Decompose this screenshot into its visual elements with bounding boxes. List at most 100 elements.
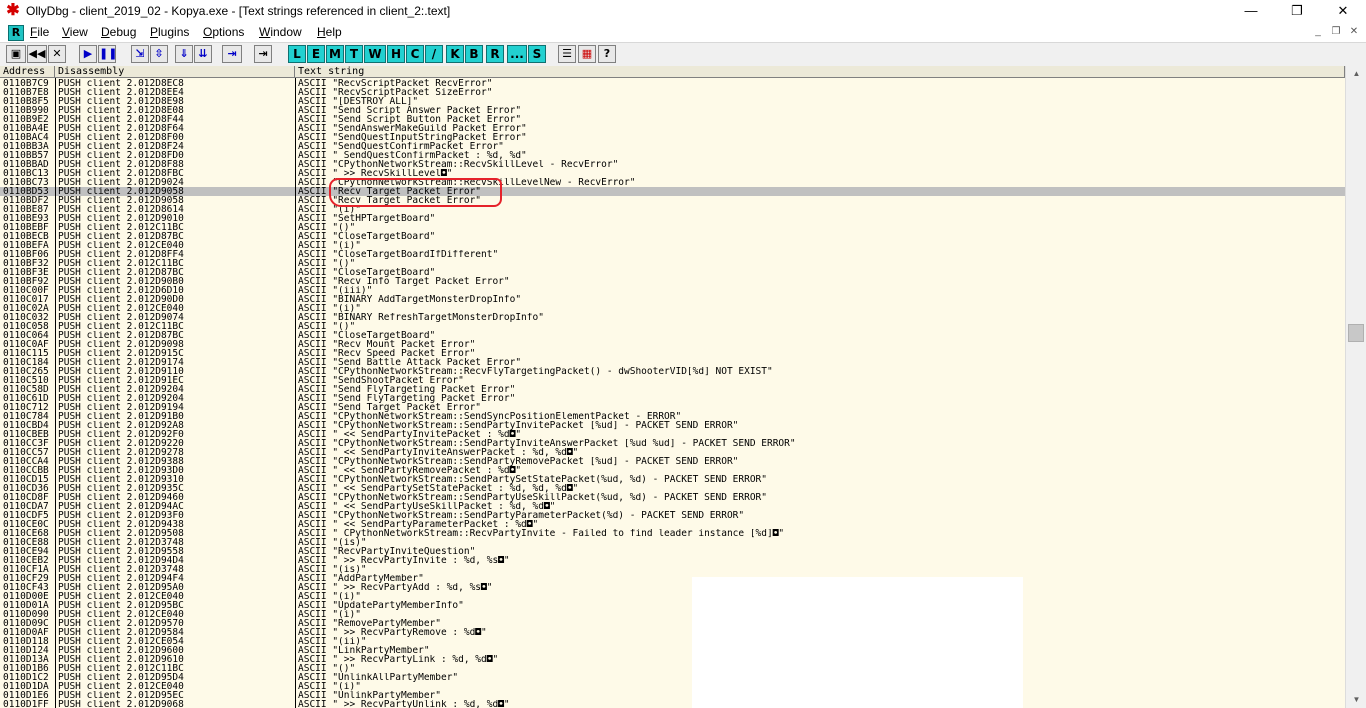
table-row[interactable]: 0110C0AF PUSH client_2.012D9098 ASCII "Rec…	[0, 340, 1345, 349]
mdi-restore-button[interactable]: ❐	[1328, 25, 1344, 39]
table-row[interactable]: 0110CCA4 PUSH client_2.012D9388 ASCII "CPy…	[0, 457, 1345, 466]
mdi-child-r-icon[interactable]: R	[8, 25, 24, 41]
table-row[interactable]: 0110CC57 PUSH client_2.012D9278 ASCII " <<…	[0, 448, 1345, 457]
table-row[interactable]: 0110BD53 PUSH client_2.012D9058 ASCII "Rec…	[0, 187, 1345, 196]
table-row[interactable]: 0110CDA7 PUSH client_2.012D94AC ASCII " <<…	[0, 502, 1345, 511]
table-row[interactable]: 0110BEFA PUSH client_2.012CE040 ASCII "(i)…	[0, 241, 1345, 250]
table-row[interactable]: 0110BBAD PUSH client_2.012D8F88 ASCII "CPy…	[0, 160, 1345, 169]
table-row[interactable]: 0110D1E6 PUSH client_2.012D95EC ASCII "Unl…	[0, 691, 1345, 700]
minimize-button[interactable]: —	[1228, 0, 1274, 22]
table-row[interactable]: 0110CD15 PUSH client_2.012D9310 ASCII "CPy…	[0, 475, 1345, 484]
restore-button[interactable]: ❐	[1274, 0, 1320, 22]
table-row[interactable]: 0110C017 PUSH client_2.012D90D0 ASCII "BIN…	[0, 295, 1345, 304]
trace-over-icon[interactable]: ⇊	[194, 45, 212, 63]
execute-till-return-icon[interactable]: ⇥	[222, 45, 242, 63]
table-row[interactable]: 0110C712 PUSH client_2.012D9194 ASCII "Sen…	[0, 403, 1345, 412]
call-stack-button[interactable]: K	[446, 45, 464, 63]
table-row[interactable]: 0110C058 PUSH client_2.012C11BC ASCII "()"	[0, 322, 1345, 331]
table-row[interactable]: 0110CD8F PUSH client_2.012D9460 ASCII "CPy…	[0, 493, 1345, 502]
table-row[interactable]: 0110BAC4 PUSH client_2.012D8F00 ASCII "Sen…	[0, 133, 1345, 142]
table-row[interactable]: 0110BF06 PUSH client_2.012D8FF4 ASCII "Clo…	[0, 250, 1345, 259]
table-row[interactable]: 0110B7C9 PUSH client_2.012D8EC8 ASCII "Rec…	[0, 79, 1345, 88]
references-list[interactable]: 0110D1FF PUSH client_2.012D9068 ASCII " >>…	[0, 78, 1345, 708]
table-row[interactable]: 0110D090 PUSH client_2.012CE040 ASCII "(i)…	[0, 610, 1345, 619]
table-row[interactable]: 0110C58D PUSH client_2.012D9204 ASCII "Sen…	[0, 385, 1345, 394]
scroll-thumb[interactable]	[1348, 324, 1364, 342]
table-row[interactable]: 0110BECB PUSH client_2.012D87BC ASCII "Clo…	[0, 232, 1345, 241]
step-into-icon[interactable]: ⇲	[131, 45, 149, 63]
table-row[interactable]: 0110D1B6 PUSH client_2.012C11BC ASCII "()"	[0, 664, 1345, 673]
table-row[interactable]: 0110BB57 PUSH client_2.012D8FD0 ASCII " Se…	[0, 151, 1345, 160]
close-program-icon[interactable]: ✕	[48, 45, 66, 63]
windows-button[interactable]: W	[364, 45, 386, 63]
column-header-address[interactable]: Address	[0, 66, 55, 78]
scroll-up-arrow-icon[interactable]: ▲	[1346, 66, 1366, 82]
table-row[interactable]: 0110CE94 PUSH client_2.012D9558 ASCII "Rec…	[0, 547, 1345, 556]
memory-map-button[interactable]: M	[326, 45, 344, 63]
scroll-down-arrow-icon[interactable]: ▼	[1346, 692, 1366, 708]
table-row[interactable]: 0110BF3E PUSH client_2.012D87BC ASCII "Clo…	[0, 268, 1345, 277]
run-trace-button[interactable]: ...	[507, 45, 527, 63]
table-row[interactable]: 0110CE68 PUSH client_2.012D9508 ASCII " CP…	[0, 529, 1345, 538]
table-row[interactable]: 0110CCBB PUSH client_2.012D93D0 ASCII " <<…	[0, 466, 1345, 475]
table-row[interactable]: 0110BC73 PUSH client_2.012D9024 ASCII "CPy…	[0, 178, 1345, 187]
trace-into-icon[interactable]: ⇓	[175, 45, 193, 63]
breakpoints-button[interactable]: B	[465, 45, 483, 63]
table-row[interactable]: 0110CE0C PUSH client_2.012D9438 ASCII " <<…	[0, 520, 1345, 529]
column-header-disassembly[interactable]: Disassembly	[55, 66, 295, 78]
table-row[interactable]: 0110B7E8 PUSH client_2.012D8EE4 ASCII "Rec…	[0, 88, 1345, 97]
table-row[interactable]: 0110CBEB PUSH client_2.012D92F0 ASCII " <<…	[0, 430, 1345, 439]
menu-file[interactable]: File	[30, 25, 49, 39]
table-row[interactable]: 0110B9E2 PUSH client_2.012D8F44 ASCII "Sen…	[0, 115, 1345, 124]
table-row[interactable]: 0110BEBF PUSH client_2.012C11BC ASCII "()"	[0, 223, 1345, 232]
mdi-close-button[interactable]: ✕	[1346, 25, 1362, 39]
table-row[interactable]: 0110D0AF PUSH client_2.012D9584 ASCII " >>…	[0, 628, 1345, 637]
table-row[interactable]: 0110CC3F PUSH client_2.012D9220 ASCII "CPy…	[0, 439, 1345, 448]
table-row[interactable]: 0110D00E PUSH client_2.012CE040 ASCII "(i)…	[0, 592, 1345, 601]
table-row[interactable]: 0110D1DA PUSH client_2.012CE040 ASCII "(i)…	[0, 682, 1345, 691]
cpu-button[interactable]: C	[406, 45, 424, 63]
table-row[interactable]: 0110C115 PUSH client_2.012D915C ASCII "Rec…	[0, 349, 1345, 358]
table-row[interactable]: 0110D01A PUSH client_2.012D95BC ASCII "Upd…	[0, 601, 1345, 610]
table-row[interactable]: 0110C064 PUSH client_2.012D87BC ASCII "Clo…	[0, 331, 1345, 340]
handles-button[interactable]: H	[387, 45, 405, 63]
table-row[interactable]: 0110BF32 PUSH client_2.012C11BC ASCII "()"	[0, 259, 1345, 268]
table-row[interactable]: 0110BE87 PUSH client_2.012D8614 ASCII "(i)…	[0, 205, 1345, 214]
patches-button[interactable]: /	[425, 45, 443, 63]
restart-icon[interactable]: ◀◀	[27, 45, 47, 63]
menu-plugins[interactable]: Plugins	[150, 25, 189, 39]
table-row[interactable]: 0110C265 PUSH client_2.012D9110 ASCII "CPy…	[0, 367, 1345, 376]
table-row[interactable]: 0110D118 PUSH client_2.012CE054 ASCII "(ii…	[0, 637, 1345, 646]
run-icon[interactable]: ▶	[79, 45, 97, 63]
table-row[interactable]: 0110C510 PUSH client_2.012D91EC ASCII "Sen…	[0, 376, 1345, 385]
step-over-icon[interactable]: ⇳	[150, 45, 168, 63]
help-icon[interactable]: ?	[598, 45, 616, 63]
table-row[interactable]: 0110C784 PUSH client_2.012D91B0 ASCII "CPy…	[0, 412, 1345, 421]
menu-window[interactable]: Window	[259, 25, 302, 39]
go-to-icon[interactable]: ⇥	[254, 45, 272, 63]
table-row[interactable]: 0110BF92 PUSH client_2.012D90B0 ASCII "Rec…	[0, 277, 1345, 286]
table-row[interactable]: 0110CF43 PUSH client_2.012D95A0 ASCII " >>…	[0, 583, 1345, 592]
table-row[interactable]: 0110CF29 PUSH client_2.012D94F4 ASCII "Add…	[0, 574, 1345, 583]
table-row[interactable]: 0110D13A PUSH client_2.012D9610 ASCII " >>…	[0, 655, 1345, 664]
list-view-icon[interactable]: ☰	[558, 45, 576, 63]
table-row[interactable]: 0110C184 PUSH client_2.012D9174 ASCII "Sen…	[0, 358, 1345, 367]
menu-view[interactable]: View	[62, 25, 88, 39]
column-header-text-string[interactable]: Text string	[295, 66, 1345, 78]
table-row[interactable]: 0110C00F PUSH client_2.012D6D10 ASCII "(ii…	[0, 286, 1345, 295]
table-row[interactable]: 0110CF1A PUSH client_2.012D3748 ASCII "(is…	[0, 565, 1345, 574]
threads-button[interactable]: T	[345, 45, 363, 63]
table-row[interactable]: 0110BC13 PUSH client_2.012D8FBC ASCII " >>…	[0, 169, 1345, 178]
source-button[interactable]: S	[528, 45, 546, 63]
table-row[interactable]: 0110C61D PUSH client_2.012D9204 ASCII "Sen…	[0, 394, 1345, 403]
table-row[interactable]: 0110B8F5 PUSH client_2.012D8E98 ASCII "[DE…	[0, 97, 1345, 106]
menu-options[interactable]: Options	[203, 25, 244, 39]
log-window-button[interactable]: L	[288, 45, 306, 63]
pause-icon[interactable]: ❚❚	[98, 45, 117, 63]
references-button[interactable]: R	[486, 45, 504, 63]
table-row[interactable]: 0110D1FF PUSH client_2.012D9068 ASCII " >>…	[0, 700, 1345, 708]
mdi-minimize-button[interactable]: _	[1310, 25, 1326, 39]
menu-help[interactable]: Help	[317, 25, 342, 39]
table-row[interactable]: 0110CD36 PUSH client_2.012D935C ASCII " <<…	[0, 484, 1345, 493]
close-button[interactable]: ✕	[1320, 0, 1366, 22]
